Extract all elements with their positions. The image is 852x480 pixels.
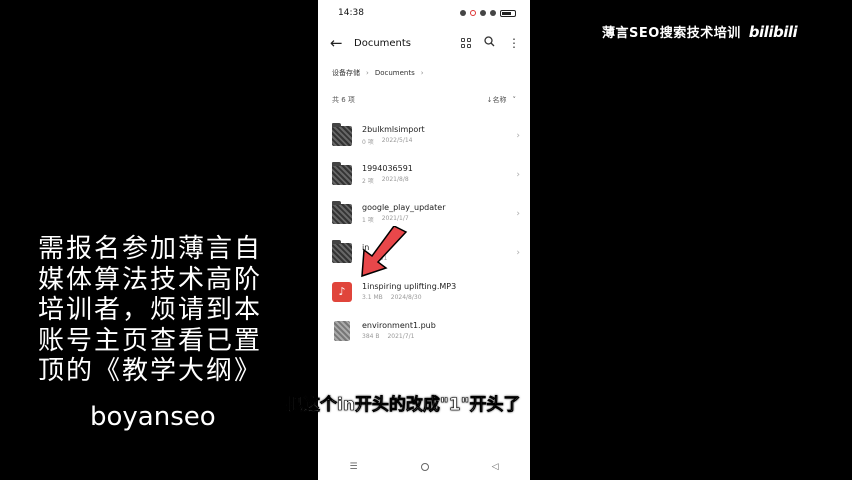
- home-icon[interactable]: [420, 463, 429, 471]
- more-options-icon[interactable]: ⋮: [508, 36, 520, 50]
- promo-handle: boyanseo: [90, 402, 216, 432]
- file-info: 1994036591 2 项 2021/8/8: [362, 164, 510, 185]
- file-name: google_play_updater: [362, 203, 446, 212]
- file-info: google_play_updater 1 项 2021/1/7: [362, 203, 510, 224]
- item-count: 共 6 项: [332, 96, 355, 104]
- chevron-down-icon: ˅: [512, 96, 517, 104]
- file-size: 2 项: [362, 178, 374, 185]
- folder-icon: [332, 161, 352, 185]
- battery-icon: [500, 9, 516, 17]
- chevron-right-icon: ›: [516, 130, 520, 141]
- chevron-right-icon: ›: [516, 247, 520, 258]
- file-date: 2021/8/8: [381, 176, 409, 183]
- breadcrumb-current[interactable]: Documents: [375, 69, 415, 77]
- file-date: 2021/7/1: [387, 333, 415, 340]
- file-size: 3.1 MB: [362, 294, 383, 301]
- sort-control[interactable]: ↓名称 ˅: [487, 95, 516, 105]
- file-row[interactable]: ♪ 1inspiring uplifting.MP3 3.1 MB 2024/8/30: [318, 272, 530, 311]
- toolbar-actions: ⋮: [461, 36, 520, 50]
- status-icons: [460, 9, 516, 17]
- search-icon[interactable]: [484, 36, 495, 50]
- file-name: 2bulkmlsimport: [362, 125, 425, 134]
- back-arrow-icon[interactable]: ←: [330, 34, 350, 52]
- file-size: 0 项: [362, 139, 374, 146]
- folder-icon: [332, 200, 352, 224]
- file-row[interactable]: 2bulkmlsimport 0 项 2022/5/14 ›: [318, 116, 530, 155]
- promo-line: 顶的《教学大纲》: [38, 356, 263, 386]
- file-meta: 0 项 2022/5/14: [362, 137, 510, 146]
- promo-line: 媒体算法技术高阶: [38, 264, 263, 295]
- folder-icon: [332, 239, 352, 263]
- file-name: 1inspiring uplifting.MP3: [362, 282, 457, 291]
- back-triangle-icon[interactable]: ◁: [492, 462, 499, 472]
- signal-icon: [490, 10, 496, 16]
- file-info: 2bulkmlsimport 0 项 2022/5/14: [362, 125, 510, 146]
- file-name: environment1.pub: [362, 321, 436, 330]
- breadcrumb-separator-icon: ›: [366, 69, 369, 77]
- file-meta: 3.1 MB 2024/8/30: [362, 294, 520, 301]
- video-subtitle: 把这个in开头的改成"1"开头了: [286, 395, 521, 416]
- status-bar: 14:38: [318, 0, 530, 26]
- document-file-icon: [334, 320, 350, 341]
- promo-line: 需报名参加薄言自: [38, 234, 263, 264]
- file-meta: 384 B 2021/7/1: [362, 333, 520, 340]
- recording-icon: [470, 10, 476, 16]
- file-meta: 1 项 2021/1/7: [362, 215, 510, 224]
- sort-label[interactable]: ↓名称: [487, 95, 507, 105]
- folder-icon: [332, 122, 352, 146]
- file-size: 384 B: [362, 333, 380, 340]
- status-time: 14:38: [338, 8, 364, 18]
- file-name: 1994036591: [362, 164, 413, 173]
- app-bar: ← Documents ⋮: [318, 26, 530, 60]
- red-arrow-annotation: [361, 226, 408, 278]
- page-title: Documents: [354, 37, 412, 49]
- promo-line: 培训者，烦请到本: [38, 295, 263, 325]
- breadcrumb-root[interactable]: 设备存储: [332, 68, 360, 78]
- breadcrumb-chevron-icon: ›: [420, 69, 424, 77]
- breadcrumb: 设备存储 › Documents ›: [318, 62, 530, 84]
- chevron-right-icon: ›: [516, 208, 520, 219]
- file-size: 1 项: [362, 217, 374, 224]
- wifi-icon: [480, 10, 486, 16]
- file-meta: 2 项 2021/8/8: [362, 176, 510, 185]
- file-list: 2bulkmlsimport 0 项 2022/5/14 › 1994036591 2 项…: [318, 116, 530, 350]
- promo-line: 账号主页查看已置: [38, 325, 263, 356]
- file-row[interactable]: google_play_updater 1 项 2021/1/7 ›: [318, 194, 530, 233]
- file-row[interactable]: in08/31›: [318, 233, 530, 272]
- recents-icon[interactable]: ☰: [350, 462, 358, 472]
- file-row[interactable]: 1994036591 2 项 2021/8/8 ›: [318, 155, 530, 194]
- channel-brand: 薄言SEO搜索技术培训 bilibili: [602, 22, 798, 42]
- file-row[interactable]: environment1.pub 384 B 2021/7/1: [318, 311, 530, 350]
- system-nav-bar: ☰ ◁: [318, 454, 530, 480]
- brand-text: 薄言SEO搜索技术培训: [602, 26, 741, 41]
- grid-view-icon[interactable]: [461, 38, 471, 48]
- promo-text: 需报名参加薄言自 媒体算法技术高阶 培训者，烦请到本 账号主页查看已置 顶的《教学大纲》: [38, 234, 300, 387]
- bilibili-logo: bilibili: [748, 22, 798, 41]
- file-info: 1inspiring uplifting.MP3 3.1 MB 2024/8/30: [362, 282, 520, 301]
- file-date: 2021/1/7: [381, 215, 409, 222]
- notification-icon: [460, 10, 466, 16]
- music-file-icon: ♪: [332, 281, 352, 302]
- chevron-right-icon: ›: [516, 169, 520, 180]
- file-info: environment1.pub 384 B 2021/7/1: [362, 321, 520, 340]
- file-date: 2024/8/30: [390, 294, 422, 301]
- file-date: 2022/5/14: [381, 137, 413, 144]
- list-header: 共 6 项 ↓名称 ˅: [318, 90, 530, 110]
